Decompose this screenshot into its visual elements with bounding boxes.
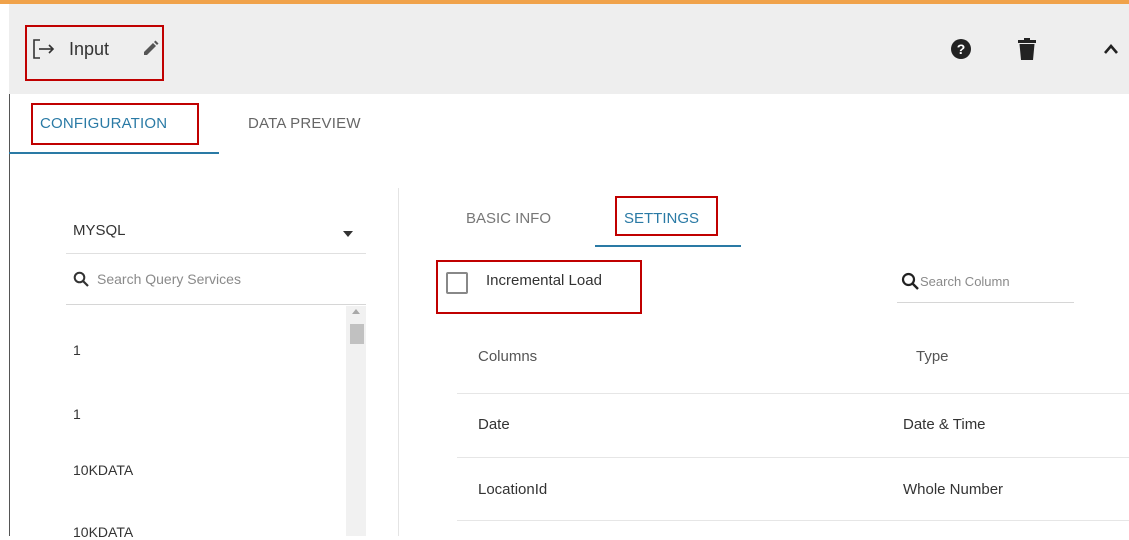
search-column-underline — [897, 302, 1074, 303]
question-circle-icon[interactable]: ? — [950, 38, 972, 60]
subtab-settings[interactable]: SETTINGS — [624, 210, 699, 228]
column-header-type: Type — [916, 348, 949, 365]
table-cell-type: Whole Number — [903, 481, 1004, 498]
table-cell-column: LocationId — [478, 481, 548, 498]
connector-select[interactable]: MYSQL — [73, 222, 126, 239]
table-cell-column: Date — [478, 416, 510, 433]
row-divider — [457, 393, 1129, 394]
active-tab-indicator — [9, 152, 219, 154]
incremental-load-label: Incremental Load — [486, 272, 602, 289]
caret-down-icon[interactable] — [343, 231, 353, 237]
panel-divider — [398, 188, 399, 536]
active-subtab-indicator — [595, 245, 741, 247]
pencil-icon[interactable] — [142, 40, 159, 57]
scrollbar-thumb[interactable] — [350, 324, 364, 344]
list-item[interactable]: 10KDATA — [73, 524, 133, 540]
row-divider — [457, 520, 1129, 521]
list-item[interactable]: 10KDATA — [73, 462, 133, 478]
search-icon — [901, 272, 919, 290]
row-divider — [457, 457, 1129, 458]
incremental-load-checkbox[interactable] — [446, 272, 468, 294]
search-query-services-input[interactable] — [97, 268, 357, 290]
list-item[interactable]: 1 — [73, 342, 81, 358]
table-cell-type: Date & Time — [903, 416, 986, 433]
search-column-input[interactable] — [920, 270, 1070, 292]
subtab-basic-info[interactable]: BASIC INFO — [466, 210, 551, 228]
search-underline — [66, 304, 366, 305]
tab-data-preview[interactable]: DATA PREVIEW — [248, 115, 361, 133]
input-arrow-icon — [33, 39, 55, 59]
column-header-columns: Columns — [478, 348, 538, 365]
scroll-up-arrow-icon[interactable] — [352, 309, 360, 314]
component-title: Input — [69, 39, 110, 59]
search-icon — [73, 271, 89, 287]
chevron-up-icon[interactable] — [1102, 42, 1120, 56]
tab-configuration[interactable]: CONFIGURATION — [40, 115, 167, 133]
trash-icon[interactable] — [1018, 38, 1036, 60]
select-underline — [66, 253, 366, 254]
list-item[interactable]: 1 — [73, 406, 81, 422]
svg-text:?: ? — [957, 41, 966, 57]
